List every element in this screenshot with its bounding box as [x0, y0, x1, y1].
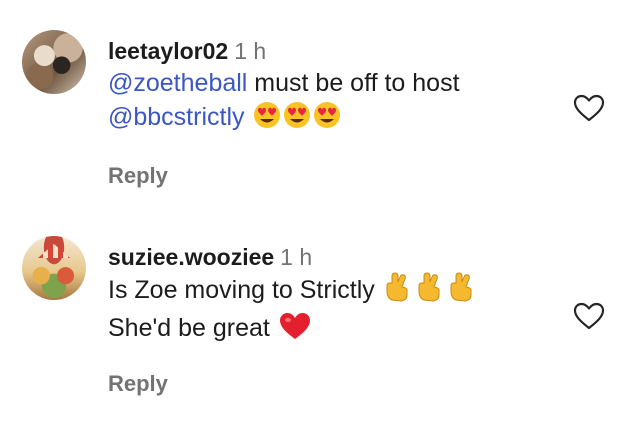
reply-button[interactable]: Reply [108, 163, 168, 189]
avatar[interactable] [22, 30, 86, 94]
mention-link[interactable]: @zoetheball [108, 69, 247, 97]
avatar[interactable] [22, 236, 86, 300]
comment-text: She'd be great [108, 314, 270, 342]
username[interactable]: leetaylor02 [108, 38, 228, 64]
like-heart-icon[interactable] [573, 94, 605, 122]
heart-eyes-emoji-icon [253, 101, 343, 138]
comment-text-line: She'd be great [108, 311, 568, 349]
comment-body: leetaylor02 1 h @zoetheball must be off t… [108, 36, 568, 138]
mention-link[interactable]: @bbcstrictly [108, 103, 245, 131]
comment-text-line: Is Zoe moving to Strictly [108, 272, 568, 311]
comment-text: Is Zoe moving to Strictly [108, 276, 375, 304]
username[interactable]: suziee.wooziee [108, 244, 274, 270]
comment-body: suziee.wooziee 1 h Is Zoe moving to Stric… [108, 242, 568, 349]
reply-button[interactable]: Reply [108, 371, 168, 397]
comment-text-line: @zoetheball must be off to host [108, 66, 568, 100]
comment-header: suziee.wooziee 1 h [108, 242, 568, 272]
comment-text-line: @bbcstrictly [108, 100, 568, 138]
comment-text: must be off to host [247, 69, 460, 97]
like-heart-icon[interactable] [573, 302, 605, 330]
timestamp[interactable]: 1 h [280, 244, 312, 270]
carousel-image [38, 244, 70, 258]
timestamp[interactable]: 1 h [234, 38, 266, 64]
comment-header: leetaylor02 1 h [108, 36, 568, 66]
crossed-fingers-emoji-icon [384, 272, 480, 311]
red-heart-emoji-icon [279, 312, 311, 349]
